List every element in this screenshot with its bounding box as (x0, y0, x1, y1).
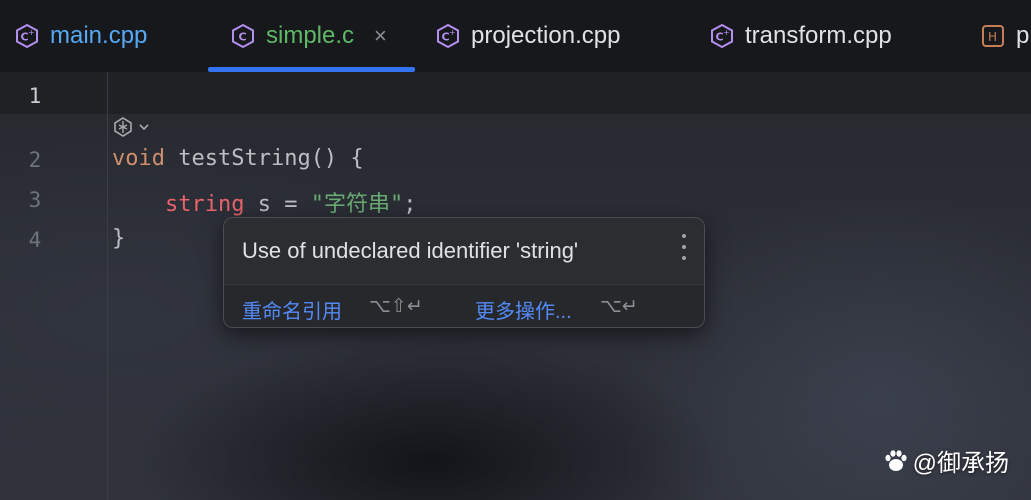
tab-label: projection.cpp (471, 22, 621, 49)
keyword-void: void (112, 146, 165, 171)
line-number: 3 (28, 188, 42, 212)
more-options-icon[interactable] (680, 234, 688, 260)
error-message: Use of undeclared identifier 'string' (242, 238, 579, 263)
error-tooltip-popup: Use of undeclared identifier 'string' 重命… (223, 217, 705, 328)
code-line-2: void testString() { (112, 146, 364, 171)
tab-transform-cpp[interactable]: C + transform.cpp (709, 0, 892, 72)
editor-tab-bar: C + main.cpp C simple.c × C + projection… (0, 0, 1031, 72)
ai-assistant-icon (114, 117, 132, 137)
line-number: 1 (28, 84, 42, 108)
code-punctuation: () { (310, 146, 364, 171)
gutter-divider (107, 72, 108, 500)
ai-assistant-hint[interactable] (112, 116, 150, 138)
cpp-file-icon: C + (437, 23, 459, 49)
svg-text:+: + (449, 28, 456, 37)
code-line-3: string s = "字符串"; (112, 186, 416, 218)
cpp-file-icon: C + (16, 23, 38, 49)
svg-text:C: C (239, 31, 247, 44)
undeclared-identifier[interactable]: string (165, 192, 244, 217)
tab-simple-c[interactable]: C simple.c × (208, 0, 415, 72)
tab-main-cpp[interactable]: C + main.cpp (14, 0, 147, 72)
current-line-highlight (0, 72, 1031, 114)
tab-label: main.cpp (50, 22, 148, 49)
rename-shortcut-hint: ⌥⇧↵ (369, 295, 423, 317)
tab-label: pi (1016, 22, 1031, 49)
line-number: 2 (28, 148, 42, 172)
chevron-down-icon (139, 124, 149, 131)
c-file-icon: C (232, 23, 254, 49)
tab-header-file[interactable]: H pi (980, 0, 1031, 72)
header-file-icon: H (982, 25, 1004, 47)
rename-reference-action[interactable]: 重命名引用 (242, 295, 342, 324)
code-brace: } (112, 226, 126, 251)
paw-logo-icon (885, 449, 907, 471)
code-text: s = (244, 192, 311, 217)
svg-text:+: + (28, 28, 35, 37)
code-line-4: } (112, 226, 125, 251)
tab-label: transform.cpp (745, 22, 892, 49)
watermark: @御承扬 (883, 443, 1009, 478)
cpp-file-icon: C + (711, 23, 733, 49)
watermark-text: @御承扬 (912, 450, 1009, 477)
close-icon[interactable]: × (374, 23, 387, 49)
function-name: testString (178, 146, 311, 171)
svg-text:+: + (723, 28, 730, 37)
string-literal: "字符串" (310, 192, 404, 217)
more-actions-link[interactable]: 更多操作... (475, 295, 572, 324)
popup-actions: 重命名引用 ⌥⇧↵ 更多操作... ⌥↵ (224, 284, 704, 327)
svg-text:H: H (988, 30, 997, 44)
tab-projection-cpp[interactable]: C + projection.cpp (435, 0, 620, 72)
tab-label: simple.c (266, 22, 355, 49)
more-actions-shortcut-hint: ⌥↵ (600, 295, 638, 317)
line-number: 4 (28, 228, 42, 252)
code-text: ; (403, 192, 417, 217)
